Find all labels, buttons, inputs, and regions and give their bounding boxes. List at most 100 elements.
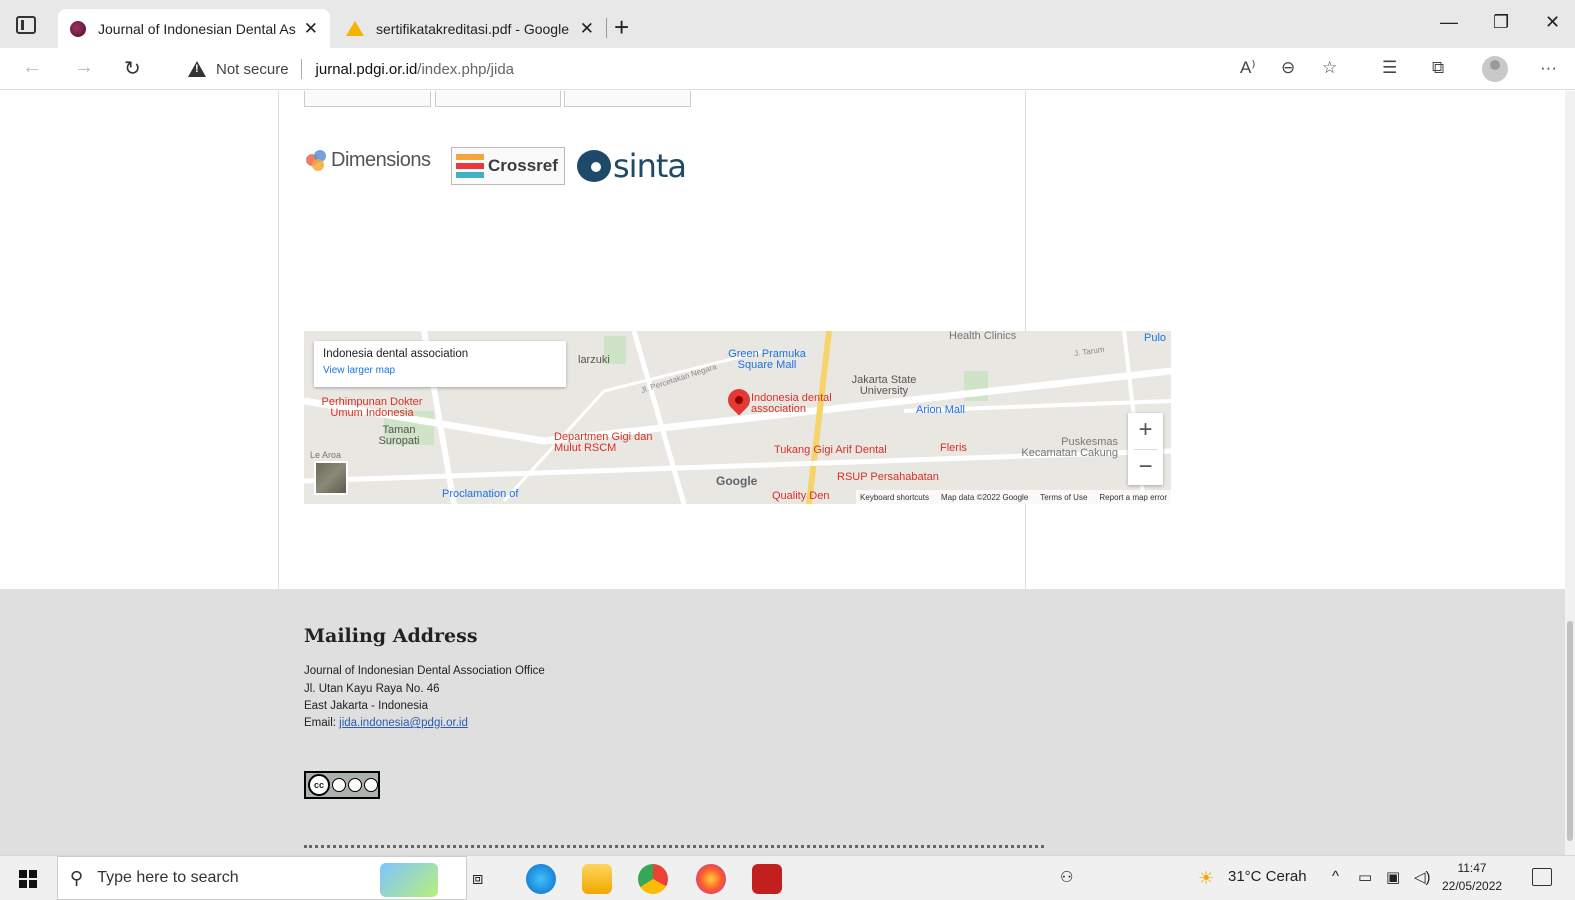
report-error-link[interactable]: Report a map error [1099,493,1167,502]
email-link[interactable]: jida.indonesia@pdgi.or.id [339,717,468,729]
collections-icon[interactable]: ⧉ [1432,58,1444,78]
map-label: Health Clinics [949,331,1017,342]
sinta-logo[interactable]: sinta [577,147,687,185]
map-label: larzuki [578,354,610,366]
view-larger-map-link[interactable]: View larger map [323,365,557,376]
more-menu-icon[interactable]: ··· [1540,58,1557,78]
map-label: Indonesia dental association [751,392,832,415]
warning-icon[interactable] [188,61,206,77]
task-view-icon[interactable]: ⧈ [472,868,483,889]
reload-icon[interactable]: ↻ [124,56,141,81]
map-zoom-control: + − [1128,413,1163,485]
zoom-out-icon[interactable]: ⊖ [1281,58,1295,78]
google-scholar-logo[interactable] [304,91,431,107]
omnibox-divider [300,59,302,79]
file-explorer-icon[interactable] [582,864,612,894]
sinta-text: sinta [613,147,687,185]
crossref-logo[interactable]: Crossref [451,147,565,185]
new-tab-button[interactable]: + [614,12,629,43]
map-label: Jakarta State University [851,374,917,397]
read-aloud-icon[interactable]: A⁾ [1240,58,1256,78]
by-icon [332,778,346,792]
favorites-icon[interactable]: ☰ [1382,58,1397,78]
firefox-icon[interactable] [696,864,726,894]
search-highlight-icon[interactable] [380,863,438,897]
tab-title: sertifikatakreditasi.pdf - Google [376,20,569,37]
close-tab-icon[interactable]: ✕ [304,19,318,39]
network-icon[interactable]: ▣ [1386,868,1400,886]
tab-jida[interactable]: Journal of Indonesian Dental Ass ✕ [58,9,330,48]
search-icon: ⚲ [70,867,84,888]
close-tab-icon[interactable]: ✕ [580,19,594,39]
search-placeholder: Type here to search [97,869,239,886]
zoom-out-button[interactable]: − [1128,450,1163,486]
sa-icon [364,778,378,792]
scrollbar-thumb[interactable] [1567,621,1573,841]
browser-tab-bar: Journal of Indonesian Dental Ass ✕ serti… [0,0,1575,48]
weather-text[interactable]: 31°C Cerah [1228,868,1307,885]
security-label[interactable]: Not secure [216,61,289,78]
taskbar-clock[interactable]: 11:47 22/05/2022 [1442,859,1502,895]
map-place-name: Indonesia dental association [323,348,469,360]
map-label: Tukang Gigi Arif Dental [774,444,887,456]
google-watermark: Google [716,474,758,488]
taskbar-search-input[interactable]: ⚲ Type here to search [57,856,467,900]
page-scrollbar[interactable] [1565,91,1575,855]
sinta-mark-icon [577,150,611,182]
address-line: East Jakarta - Indonesia [304,700,429,712]
address-bar[interactable]: Not secure jurnal.pdgi.or.id/index.php/j… [172,52,1302,86]
garuda-logo[interactable] [564,91,691,107]
keyboard-shortcuts-link[interactable]: Keyboard shortcuts [860,493,929,502]
address-line: Journal of Indonesian Dental Association… [304,665,545,677]
add-favorite-icon[interactable]: ☆ [1322,58,1337,78]
minimize-icon[interactable]: — [1440,12,1458,33]
map-label: RSUP Persahabatan [837,471,939,483]
satellite-toggle[interactable] [314,461,348,495]
crossref-text: Crossref [488,156,558,175]
close-window-icon[interactable]: ✕ [1545,12,1560,33]
people-icon[interactable]: ⚇ [1060,868,1073,886]
map-label: Departmen Gigi dan Mulut RSCM [554,431,653,454]
address-toolbar: ← → ↻ Not secure jurnal.pdgi.or.id/index… [0,48,1575,90]
forward-icon[interactable]: → [74,56,94,79]
map-label: Arion Mall [916,404,965,416]
mailing-address-heading: Mailing Address [304,625,478,647]
map-info-card: Indonesia dental association View larger… [314,341,566,387]
base-logo[interactable] [435,91,561,107]
dimensions-logo[interactable]: Dimensions [306,149,431,172]
pdgi-favicon-icon [70,20,86,37]
embedded-map[interactable]: Indonesia dental association View larger… [304,331,1171,504]
dimensions-mark-icon [306,149,328,172]
map-label: Green Pramuka Square Mall [728,348,806,371]
map-attribution: Keyboard shortcuts Map data ©2022 Google… [856,490,1171,504]
google-drive-favicon-icon [346,21,364,36]
map-data-text: Map data ©2022 Google [940,492,1029,502]
pdf-editor-icon[interactable] [752,864,782,894]
dimensions-text: Dimensions [331,149,431,171]
map-label: Puskesmas Kecamatan Cakung [1021,436,1118,459]
terms-link[interactable]: Terms of Use [1040,493,1087,502]
weather-icon[interactable]: ☀ [1198,868,1214,889]
zoom-in-button[interactable]: + [1128,413,1163,449]
back-icon[interactable]: ← [22,56,42,79]
chrome-icon[interactable] [638,864,668,894]
tab-title: Journal of Indonesian Dental Ass [98,20,296,37]
battery-icon[interactable]: ▭ [1358,868,1372,886]
profile-avatar[interactable] [1482,56,1508,82]
map-label: Perhimpunan Dokter Umum Indonesia [321,396,423,419]
map-label: Proclamation of [442,488,519,500]
windows-start-icon[interactable] [19,870,37,888]
crossref-mark-icon [456,154,484,178]
clock-date: 22/05/2022 [1442,879,1503,893]
restore-icon[interactable]: ❐ [1493,12,1509,33]
tab-pdf[interactable]: sertifikatakreditasi.pdf - Google ✕ [334,9,606,48]
cut-off-text [304,845,1044,849]
tab-actions-icon[interactable] [16,16,36,34]
address-line: Jl. Utan Kayu Raya No. 46 [304,683,440,695]
edge-icon[interactable] [526,864,556,894]
show-hidden-icons-icon[interactable]: ^ [1332,868,1339,885]
volume-icon[interactable]: ◁) [1414,868,1431,886]
creative-commons-badge[interactable]: cc [304,771,380,799]
email-line: Email: jida.indonesia@pdgi.or.id [304,717,468,729]
notifications-icon[interactable] [1532,868,1552,886]
